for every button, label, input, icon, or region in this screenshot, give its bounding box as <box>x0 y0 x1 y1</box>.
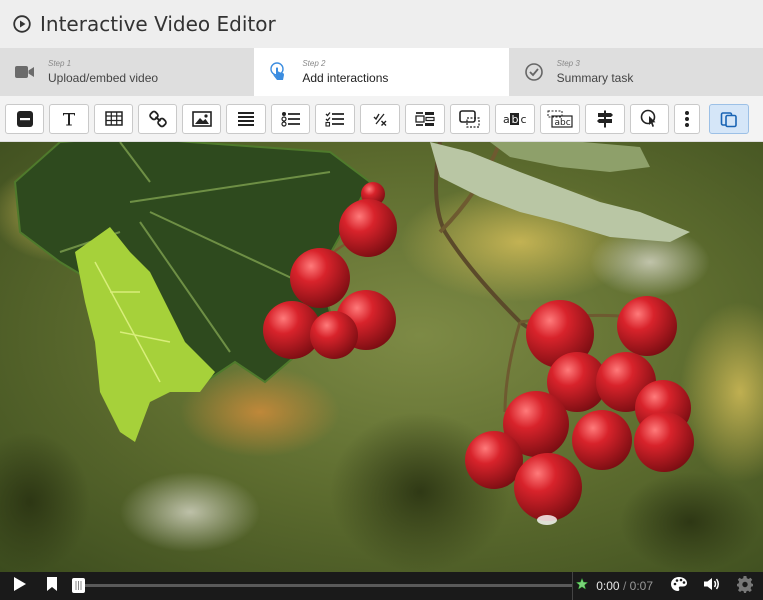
link-icon <box>148 110 167 128</box>
label-icon <box>16 110 34 128</box>
step-label: Add interactions <box>302 71 389 85</box>
video-camera-icon <box>14 61 36 83</box>
multiple-choice-icon <box>325 111 345 127</box>
interactions-toolbar: abc abc <box>0 96 763 142</box>
step-number: Step 3 <box>556 59 580 68</box>
text-button[interactable] <box>49 103 89 134</box>
svg-text:abc: abc <box>555 118 571 128</box>
tab-step-2[interactable]: Step 2 Add interactions <box>254 48 509 96</box>
seek-bar[interactable] <box>72 572 588 600</box>
svg-text:b: b <box>512 113 519 126</box>
play-icon <box>13 576 27 597</box>
check-circle-icon <box>523 61 545 83</box>
image-button[interactable] <box>182 103 221 134</box>
drag-drop-button[interactable] <box>450 103 490 134</box>
paste-button[interactable] <box>709 103 749 134</box>
step-number: Step 1 <box>48 59 72 68</box>
tab-step-3[interactable]: Step 3 Summary task <box>508 48 763 96</box>
link-button[interactable] <box>138 103 177 134</box>
time-display: 0:00 / 0:07 <box>596 579 653 593</box>
chapter-marker-icon <box>75 577 82 595</box>
mark-words-icon: abc <box>547 110 573 128</box>
text-icon <box>61 111 77 127</box>
play-button[interactable] <box>0 572 40 600</box>
settings-button[interactable] <box>727 572 763 600</box>
palette-icon <box>670 576 688 597</box>
step-number: Step 2 <box>302 59 326 68</box>
crossroads-icon <box>596 110 614 128</box>
true-false-button[interactable] <box>360 103 400 134</box>
table-icon <box>104 111 123 126</box>
app-header: Interactive Video Editor <box>0 0 763 48</box>
fill-blanks-icon: abc <box>502 111 528 127</box>
player-controls: 0:00 / 0:07 <box>0 572 763 600</box>
single-choice-button[interactable] <box>271 103 310 134</box>
endscreen-marker[interactable] <box>572 572 590 600</box>
navigation-hotspot-icon <box>640 109 660 129</box>
time-separator: / <box>622 579 627 593</box>
drag-text-icon <box>415 111 435 127</box>
navigation-hotspot-button[interactable] <box>630 103 669 134</box>
volume-button[interactable] <box>697 572 727 600</box>
label-button[interactable] <box>5 103 44 134</box>
true-false-icon <box>372 111 388 127</box>
more-icon <box>684 110 690 128</box>
drag-text-button[interactable] <box>405 103 445 134</box>
svg-text:c: c <box>521 113 527 126</box>
statements-button[interactable] <box>226 103 266 134</box>
seek-handle[interactable] <box>72 578 85 593</box>
volume-icon <box>703 576 721 597</box>
current-time: 0:00 <box>596 579 620 593</box>
drag-drop-icon <box>459 109 481 128</box>
single-choice-icon <box>280 111 301 127</box>
settings-icon <box>736 575 754 598</box>
star-icon <box>575 577 588 595</box>
bookmark-icon <box>46 576 58 597</box>
seek-track <box>72 584 573 587</box>
video-preview[interactable] <box>0 142 763 572</box>
more-button[interactable] <box>674 103 700 134</box>
svg-text:a: a <box>503 113 510 126</box>
mark-words-button[interactable]: abc <box>540 103 580 134</box>
statements-icon <box>237 111 255 127</box>
multiple-choice-button[interactable] <box>315 103 355 134</box>
tab-step-1[interactable]: Step 1 Upload/embed video <box>0 48 255 96</box>
paste-icon <box>720 110 738 128</box>
step-label: Summary task <box>556 71 634 85</box>
play-circle-icon <box>12 14 32 34</box>
table-button[interactable] <box>94 103 133 134</box>
video-frame <box>0 142 763 572</box>
image-icon <box>191 110 212 127</box>
step-tabs: Step 1 Upload/embed video Step 2 Add int… <box>0 48 763 96</box>
fill-blanks-button[interactable]: abc <box>495 103 535 134</box>
app-title: Interactive Video Editor <box>40 12 276 36</box>
tap-hand-icon <box>268 61 290 83</box>
step-label: Upload/embed video <box>48 71 159 85</box>
crossroads-button[interactable] <box>585 103 625 134</box>
bookmarks-button[interactable] <box>40 572 64 600</box>
total-time: 0:07 <box>629 579 653 593</box>
quality-button[interactable] <box>661 572 697 600</box>
